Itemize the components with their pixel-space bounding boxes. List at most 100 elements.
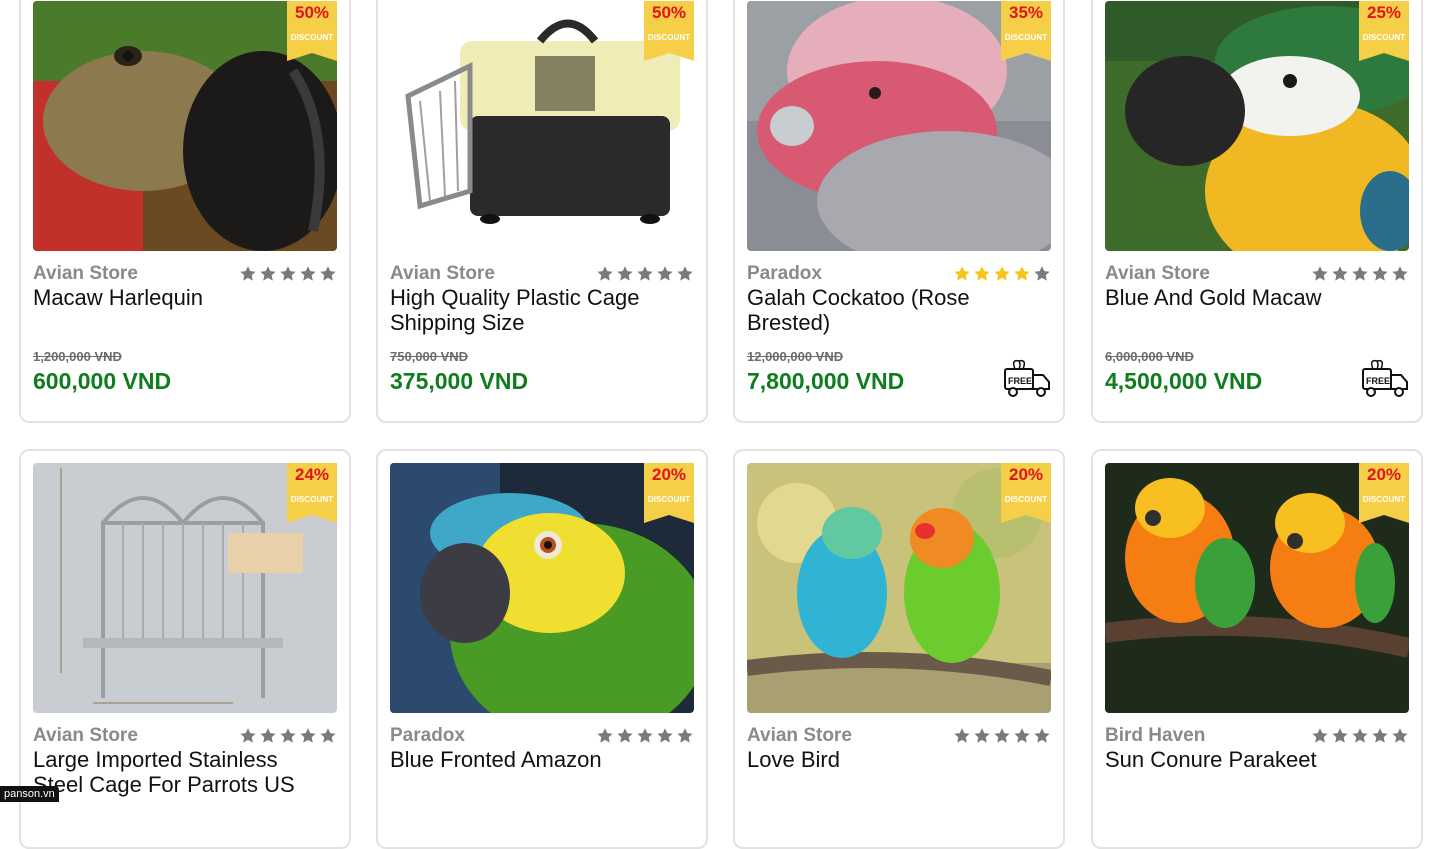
free-shipping-label: FREE (1008, 376, 1032, 386)
rating-stars (953, 265, 1051, 283)
old-price: 1,200,000 VND (33, 349, 122, 364)
star-icon (1392, 728, 1408, 743)
star-icon (994, 728, 1010, 743)
discount-ribbon: 20% DISCOUNT (1359, 463, 1409, 523)
star-icon (1312, 728, 1328, 743)
product-name[interactable]: Large Imported Stainless Steel Cage For … (33, 747, 323, 797)
product-name[interactable]: High Quality Plastic Cage Shipping Size (390, 285, 680, 335)
rating-stars (1311, 265, 1409, 283)
star-icon (1372, 728, 1388, 743)
discount-ribbon: 35% DISCOUNT (1001, 1, 1051, 61)
star-icon (1332, 728, 1348, 743)
discount-label: DISCOUNT (290, 33, 334, 42)
store-name[interactable]: Avian Store (747, 725, 852, 747)
product-name[interactable]: Blue Fronted Amazon (390, 747, 680, 772)
star-icon (280, 728, 296, 743)
star-icon (1034, 728, 1050, 743)
product-name[interactable]: Galah Cockatoo (Rose Brested) (747, 285, 1037, 335)
product-card[interactable]: 20% DISCOUNT Bird Haven Sun Conure Parak… (1091, 449, 1423, 849)
discount-label: DISCOUNT (1004, 33, 1048, 42)
discount-percent: 25% (1366, 3, 1402, 22)
sale-price: 7,800,000 VND (747, 368, 905, 394)
corner-badge: panson.vn (0, 786, 59, 802)
rating-stars (953, 727, 1051, 745)
star-icon (1372, 266, 1388, 281)
discount-percent: 35% (1008, 3, 1044, 22)
star-icon (320, 266, 336, 281)
discount-ribbon: 25% DISCOUNT (1359, 1, 1409, 61)
discount-ribbon: 20% DISCOUNT (1001, 463, 1051, 523)
store-name[interactable]: Paradox (390, 725, 465, 747)
star-icon (1352, 728, 1368, 743)
product-name[interactable]: Love Bird (747, 747, 1037, 772)
rating-stars (239, 265, 337, 283)
sale-price: 4,500,000 VND (1105, 368, 1263, 394)
star-icon (637, 728, 653, 743)
product-name[interactable]: Macaw Harlequin (33, 285, 323, 310)
old-price: 750,000 VND (390, 349, 469, 364)
discount-percent: 24% (294, 465, 330, 484)
star-icon (1034, 266, 1050, 281)
discount-ribbon: 50% DISCOUNT (644, 1, 694, 61)
discount-label: DISCOUNT (1362, 33, 1406, 42)
star-icon (1014, 728, 1030, 743)
star-icon (1392, 266, 1408, 281)
star-icon (300, 266, 316, 281)
star-icon (617, 728, 633, 743)
star-icon (954, 266, 970, 281)
store-name[interactable]: Avian Store (1105, 263, 1210, 285)
store-name[interactable]: Avian Store (33, 263, 138, 285)
star-icon (657, 728, 673, 743)
star-icon (240, 728, 256, 743)
star-icon (300, 728, 316, 743)
star-icon (1352, 266, 1368, 281)
star-icon (677, 266, 693, 281)
discount-label: DISCOUNT (1362, 495, 1406, 504)
product-grid: 50% DISCOUNT Avian Store Macaw Harlequin… (0, 0, 1440, 849)
store-name[interactable]: Bird Haven (1105, 725, 1205, 747)
store-name[interactable]: Paradox (747, 263, 822, 285)
sale-price: 375,000 VND (390, 368, 529, 394)
star-icon (597, 728, 613, 743)
store-name[interactable]: Avian Store (33, 725, 138, 747)
product-card[interactable]: 50% DISCOUNT Avian Store High Quality Pl… (376, 0, 708, 423)
product-card[interactable]: 50% DISCOUNT Avian Store Macaw Harlequin… (19, 0, 351, 423)
sale-price: 600,000 VND (33, 368, 172, 394)
discount-ribbon: 24% DISCOUNT (287, 463, 337, 523)
star-icon (657, 266, 673, 281)
product-card[interactable]: 25% DISCOUNT Avian Store Blue And Gold M… (1091, 0, 1423, 423)
discount-ribbon: 20% DISCOUNT (644, 463, 694, 523)
discount-label: DISCOUNT (647, 33, 691, 42)
product-card[interactable]: 20% DISCOUNT Paradox Blue Fronted Amazon (376, 449, 708, 849)
rating-stars (1311, 727, 1409, 745)
star-icon (617, 266, 633, 281)
rating-stars (239, 727, 337, 745)
product-card[interactable]: 35% DISCOUNT Paradox Galah Cockatoo (Ros… (733, 0, 1065, 423)
star-icon (677, 728, 693, 743)
free-shipping-icon: FREE (1004, 359, 1050, 397)
star-icon (280, 266, 296, 281)
star-icon (597, 266, 613, 281)
discount-percent: 20% (651, 465, 687, 484)
rating-stars (596, 265, 694, 283)
free-shipping-label: FREE (1366, 376, 1390, 386)
product-card[interactable]: 20% DISCOUNT Avian Store Love Bird (733, 449, 1065, 849)
star-icon (1312, 266, 1328, 281)
star-icon (974, 728, 990, 743)
old-price: 6,000,000 VND (1105, 349, 1194, 364)
star-icon (260, 728, 276, 743)
product-name[interactable]: Sun Conure Parakeet (1105, 747, 1395, 772)
discount-percent: 50% (294, 3, 330, 22)
discount-label: DISCOUNT (647, 495, 691, 504)
product-card[interactable]: 24% DISCOUNT Avian Store Large Imported … (19, 449, 351, 849)
discount-label: DISCOUNT (1004, 495, 1048, 504)
discount-ribbon: 50% DISCOUNT (287, 1, 337, 61)
discount-percent: 50% (651, 3, 687, 22)
star-icon (954, 728, 970, 743)
star-icon (260, 266, 276, 281)
star-icon (1332, 266, 1348, 281)
store-name[interactable]: Avian Store (390, 263, 495, 285)
discount-percent: 20% (1008, 465, 1044, 484)
product-name[interactable]: Blue And Gold Macaw (1105, 285, 1395, 310)
discount-percent: 20% (1366, 465, 1402, 484)
